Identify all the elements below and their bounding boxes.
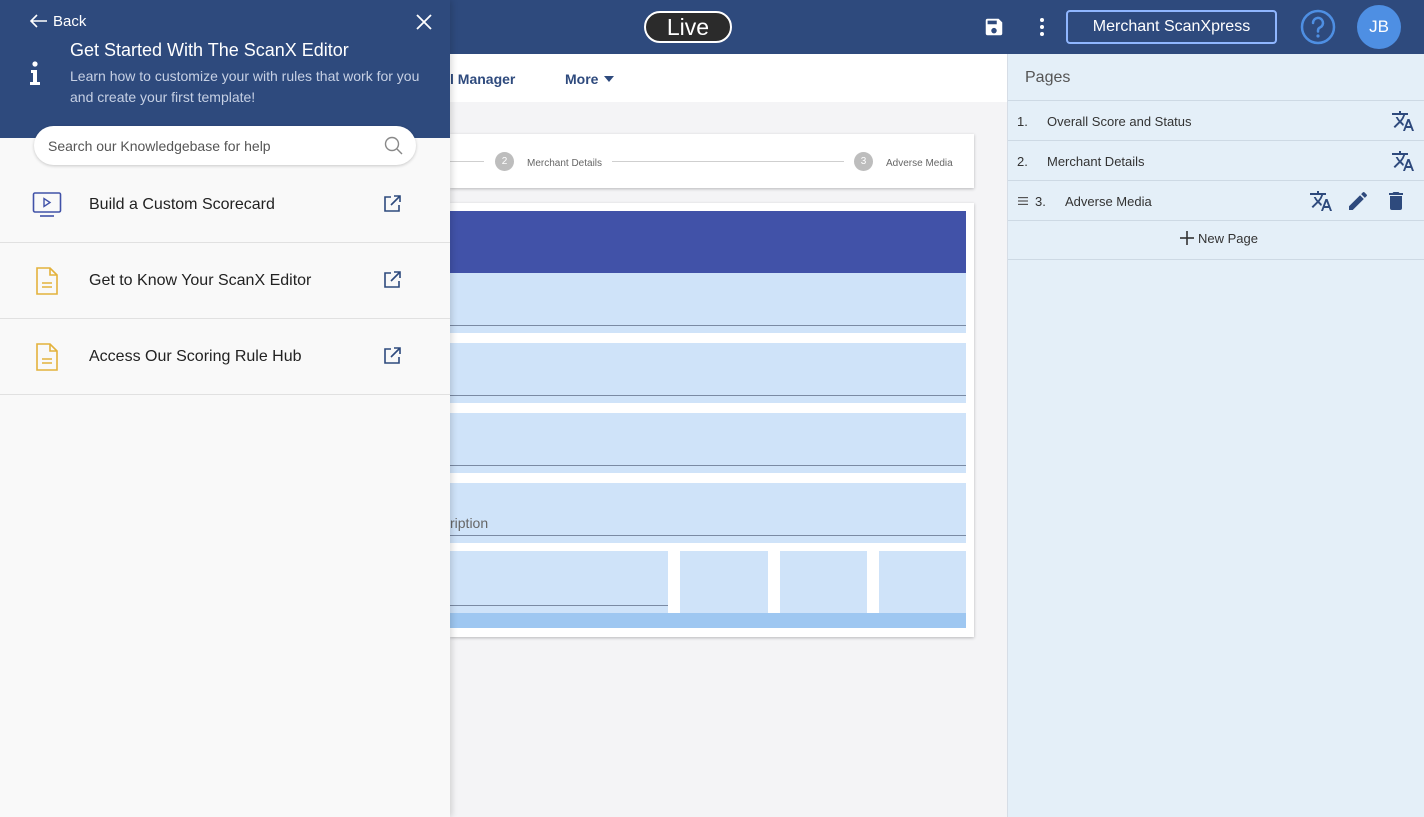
edit-icon[interactable] [1346,189,1370,213]
external-link-icon[interactable] [382,194,402,214]
page-row[interactable]: 1. Overall Score and Status [1008,100,1424,140]
page-number: 1. [1017,114,1028,129]
avatar[interactable]: JB [1357,5,1401,49]
external-link-icon[interactable] [382,270,402,290]
knowledgebase-search-input[interactable] [48,136,368,156]
template-header-block[interactable] [450,211,966,273]
translate-icon[interactable] [1309,189,1333,213]
field-underline [450,605,668,606]
step-number-3[interactable]: 3 [854,152,873,171]
new-page-content: New Page [1180,231,1258,246]
knowledgebase-search [34,126,416,165]
editor-subnav: l Manager More [450,54,1007,102]
delete-icon[interactable] [1384,189,1408,213]
step-connector [450,161,484,162]
pages-panel: Pages 1. Overall Score and Status 2. Mer… [1007,54,1424,817]
help-item-label: Get to Know Your ScanX Editor [89,272,312,289]
search-icon[interactable] [384,136,403,155]
kebab-icon[interactable] [1032,16,1052,38]
subnav-item-manager[interactable]: l Manager [450,71,515,87]
step-number-2[interactable]: 2 [495,152,514,171]
live-status-badge[interactable]: Live [644,11,732,43]
page-name: Merchant Details [1047,154,1145,169]
page-stepper: 2 Merchant Details 3 Adverse Media [450,134,974,188]
help-item-know-editor[interactable]: Get to Know Your ScanX Editor [0,243,450,319]
field-underline [450,535,966,536]
help-panel: Back Get Started With The ScanX Editor L… [0,0,450,817]
template-cell[interactable] [680,551,768,613]
back-label: Back [53,13,87,30]
drag-handle-icon[interactable] [1018,196,1028,206]
subnav-item-more[interactable]: More [565,71,615,87]
template-cell[interactable] [780,551,867,613]
step-label-3[interactable]: Adverse Media [886,158,953,169]
help-item-label: Build a Custom Scorecard [89,196,275,213]
close-icon[interactable] [415,13,433,31]
field-underline [450,325,966,326]
pages-title: Pages [1025,69,1071,86]
template-cell[interactable] [879,551,966,613]
subnav-more-label: More [565,71,599,87]
page-number: 2. [1017,154,1028,169]
help-icon[interactable] [1299,8,1337,46]
page-row[interactable]: 2. Merchant Details [1008,140,1424,180]
template-footer-bar [450,613,966,628]
plus-icon [1180,231,1194,245]
template-preview: ription [450,203,974,637]
template-field-block[interactable] [450,413,966,473]
save-icon[interactable] [983,16,1005,38]
step-label-2[interactable]: Merchant Details [527,158,602,169]
template-field-block[interactable] [450,343,966,403]
page-number: 3. [1035,194,1046,209]
info-icon [30,61,40,85]
field-underline [450,465,966,466]
help-item-scoring-rule-hub[interactable]: Access Our Scoring Rule Hub [0,319,450,395]
help-panel-header: Back Get Started With The ScanX Editor L… [0,0,450,138]
page-row-selected[interactable]: 3. Adverse Media [1008,180,1424,220]
template-description-block[interactable]: ription [450,483,966,543]
document-icon [36,343,58,371]
new-page-label: New Page [1198,231,1258,246]
arrow-left-icon [30,14,47,28]
help-panel-subtitle: Learn how to customize your with rules t… [70,68,420,105]
chevron-down-icon [604,76,615,82]
description-label: ription [450,515,489,531]
help-item-build-scorecard[interactable]: Build a Custom Scorecard [0,167,450,243]
help-item-label: Access Our Scoring Rule Hub [89,348,302,365]
help-panel-title: Get Started With The ScanX Editor [70,40,349,60]
template-cell[interactable] [450,551,668,613]
page-name: Overall Score and Status [1047,114,1192,129]
step-connector [612,161,844,162]
new-page-button[interactable]: New Page [1008,220,1424,260]
field-underline [450,395,966,396]
document-icon [36,267,58,295]
template-field-block[interactable] [450,273,966,333]
translate-icon[interactable] [1391,149,1415,173]
external-link-icon[interactable] [382,346,402,366]
video-icon [32,192,62,217]
page-name: Adverse Media [1065,194,1152,209]
back-button[interactable]: Back [30,13,86,30]
workspace-button[interactable]: Merchant ScanXpress [1066,10,1277,44]
translate-icon[interactable] [1391,109,1415,133]
